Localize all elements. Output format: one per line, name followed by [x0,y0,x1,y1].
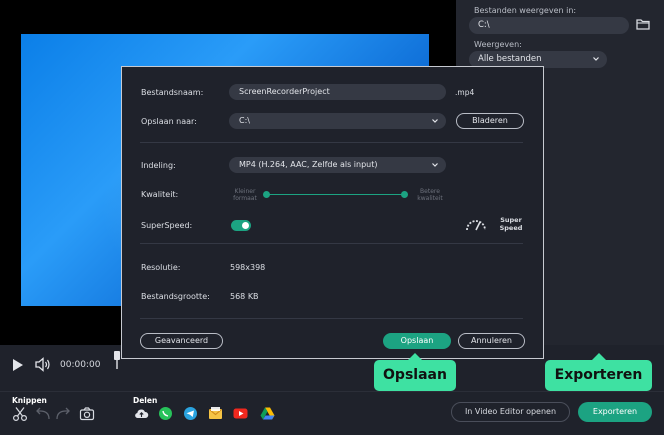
super-speed-badge: Super Speed [494,216,528,232]
super-speed-line1: Super [500,216,522,224]
chevron-down-icon [432,163,438,167]
format-value: MP4 (H.264, AAC, Zelfde als input) [239,160,378,169]
show-files-label: Bestanden weergeven in: [474,6,577,15]
filename-label: Bestandsnaam: [141,88,204,97]
google-drive-icon[interactable] [260,406,275,421]
share-section-label: Delen [133,396,158,405]
save-location-value: C:\ [239,116,250,125]
browse-button[interactable]: Bladeren [456,113,524,129]
divider [140,243,523,244]
display-label: Weergeven: [474,40,522,49]
filesize-label: Bestandsgrootte: [141,292,210,301]
save-location-select[interactable]: C:\ [229,113,446,129]
email-icon[interactable] [208,406,223,421]
format-select[interactable]: MP4 (H.264, AAC, Zelfde als input) [229,157,446,173]
superspeed-label: SuperSpeed: [141,221,193,230]
show-files-path-field[interactable]: C:\ [469,17,629,34]
super-speed-line2: Speed [499,224,523,232]
filesize-value: 568 KB [230,292,259,301]
cloud-upload-icon[interactable] [134,406,149,421]
save-button[interactable]: Opslaan [383,333,451,349]
open-in-video-editor-button[interactable]: In Video Editor openen [451,402,570,422]
cancel-button[interactable]: Annuleren [458,333,525,349]
volume-icon[interactable] [35,357,51,372]
undo-icon[interactable] [35,406,51,422]
youtube-icon[interactable] [233,406,248,421]
advanced-button[interactable]: Geavanceerd [140,333,223,349]
chevron-down-icon [432,119,438,123]
save-to-label: Opslaan naar: [141,117,197,126]
cut-section-label: Knippen [12,396,47,405]
save-callout: Opslaan [374,353,456,391]
display-filter-value: Alle bestanden [478,54,542,64]
snapshot-camera-icon[interactable] [79,406,95,422]
quality-better-label: Betere kwaliteit [417,188,443,202]
superspeed-toggle[interactable] [231,220,251,231]
resolution-label: Resolutie: [141,263,181,272]
export-dialog: Bestandsnaam: ScreenRecorderProject .mp4… [121,66,544,359]
redo-icon[interactable] [55,406,71,422]
divider [140,318,523,319]
divider [140,142,523,143]
telegram-icon[interactable] [183,406,198,421]
whatsapp-icon[interactable] [158,406,173,421]
export-button[interactable]: Exporteren [578,402,652,422]
timeline-handle[interactable] [113,351,121,369]
filename-input[interactable]: ScreenRecorderProject [229,84,446,100]
format-label: Indeling: [141,161,176,170]
file-extension: .mp4 [455,88,475,97]
speedometer-icon [466,220,486,231]
quality-label: Kwaliteit: [141,190,179,199]
play-icon[interactable] [12,358,24,372]
resolution-value: 598x398 [230,263,266,272]
chevron-down-icon [593,57,599,61]
scissors-icon[interactable] [12,406,28,422]
quality-slider-thumb[interactable] [401,191,408,198]
folder-icon[interactable] [636,18,650,30]
quality-smaller-size-label: Kleiner formaat [233,188,257,202]
time-display: 00:00:00 [60,360,101,370]
export-callout: Exporteren [545,353,652,391]
quality-slider-track[interactable] [266,194,404,195]
